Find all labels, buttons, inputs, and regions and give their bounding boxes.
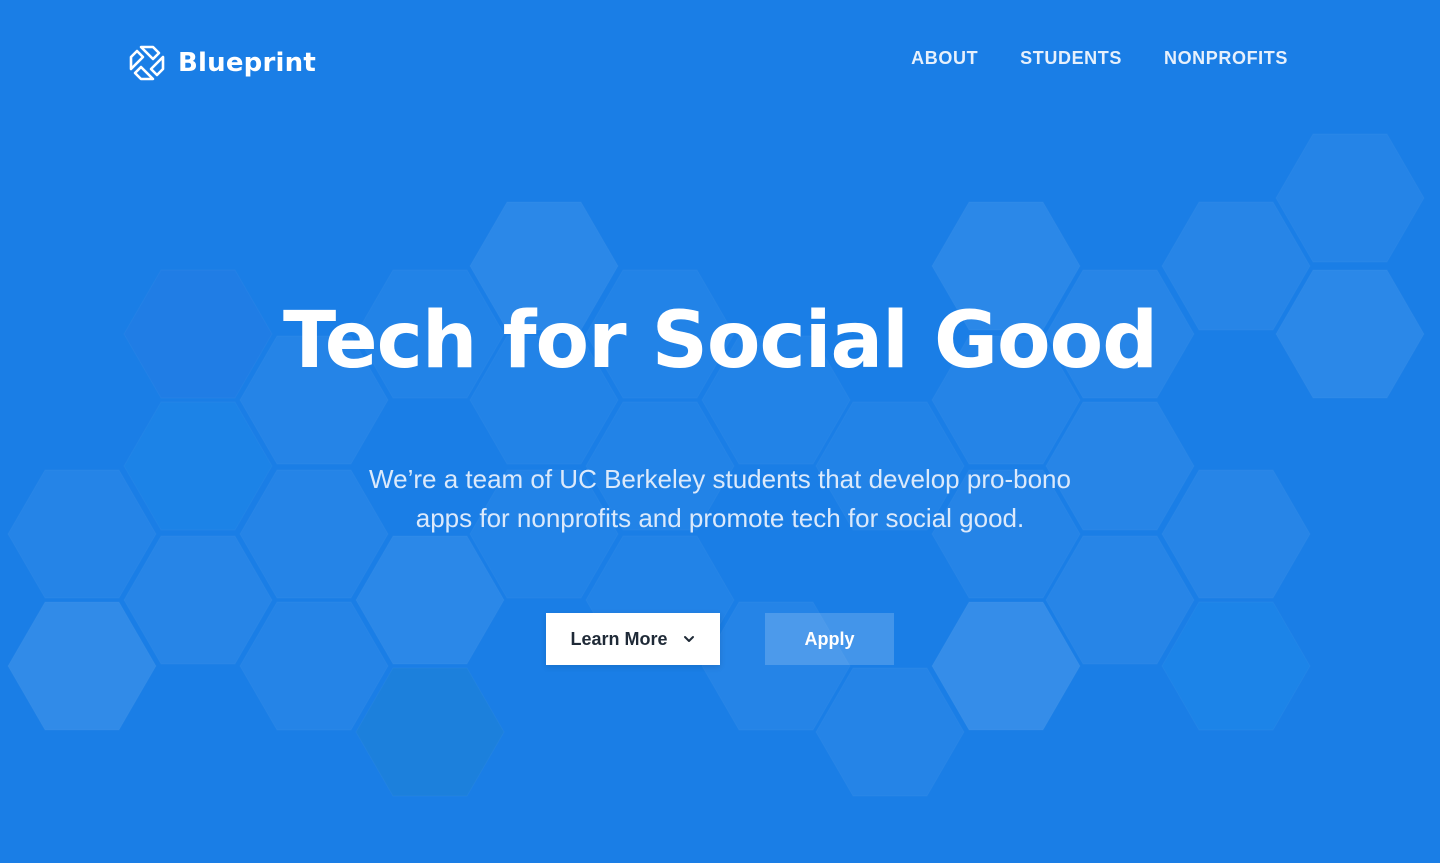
learn-more-button[interactable]: Learn More [546,613,720,665]
brand-name: Blueprint [178,48,316,78]
background-hexagon [1162,602,1310,730]
background-hexagon [8,602,156,730]
chevron-down-icon [683,636,694,642]
background-hexagon [8,470,156,598]
brand-logo-link[interactable]: Blueprint [128,44,316,82]
main-nav: ABOUT STUDENTS NONPROFITS [911,48,1288,69]
blueprint-logo-icon [129,45,165,81]
background-hexagon [124,536,272,664]
nav-link-students[interactable]: STUDENTS [1020,48,1122,69]
hero-subtitle: We’re a team of UC Berkeley students tha… [369,464,1071,533]
background-hexagon [124,402,272,530]
learn-more-label: Learn More [570,628,668,649]
apply-button[interactable]: Apply [765,613,894,665]
nav-link-about[interactable]: ABOUT [911,48,978,69]
background-hexagon [240,602,388,730]
nav-link-nonprofits[interactable]: NONPROFITS [1164,48,1288,69]
site-header: Blueprint ABOUT STUDENTS NONPROFITS [0,0,1440,130]
hero-title: Tech for Social Good [282,296,1158,386]
background-hexagon [356,668,504,796]
background-hexagon [1162,470,1310,598]
background-hexagon [1276,134,1424,262]
